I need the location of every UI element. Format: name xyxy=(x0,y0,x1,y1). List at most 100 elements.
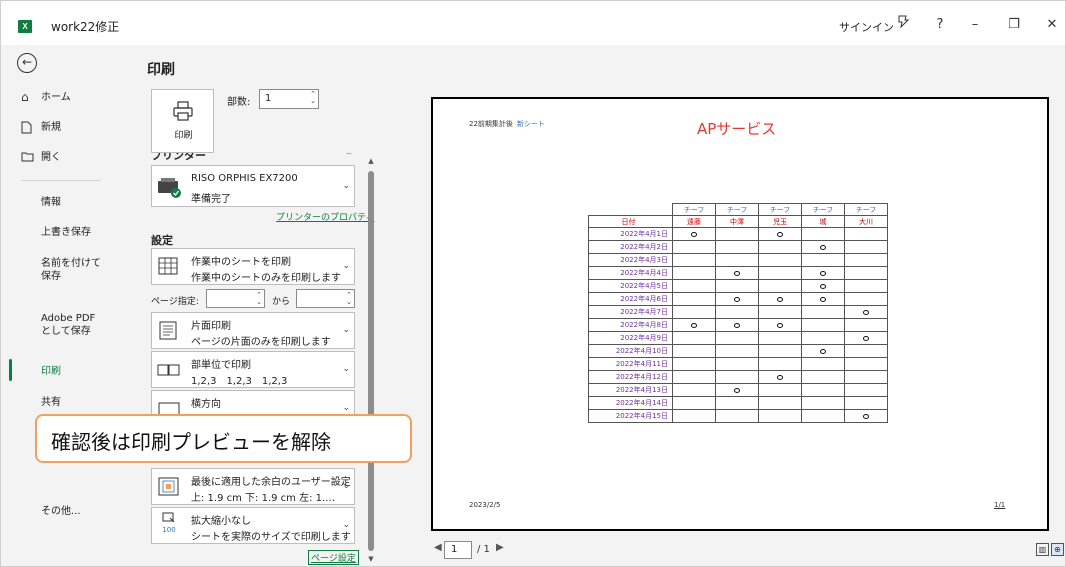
printer-properties-link[interactable]: プリンターのプロパティ xyxy=(276,210,374,223)
table-row: 2022年4月4日 xyxy=(588,266,888,280)
one-sided-icon xyxy=(159,321,177,340)
member-name: 中澤 xyxy=(715,215,759,228)
row-date: 2022年4月4日 xyxy=(588,266,673,280)
schedule-cell xyxy=(844,266,888,280)
schedule-cell xyxy=(844,383,888,397)
scaling-desc: シートを実際のサイズで印刷します xyxy=(191,532,351,543)
copies-stepper[interactable]: 1 ⌃ ⌄ xyxy=(259,89,319,109)
feedback-icon[interactable] xyxy=(891,14,915,36)
nav-item-save-pdf[interactable]: Adobe PDF として保存 xyxy=(1,312,109,338)
page-number-input[interactable]: 1 xyxy=(444,541,472,559)
sides-desc: ページの片面のみを印刷します xyxy=(191,337,331,348)
chevron-down-icon: ⌄ xyxy=(342,181,350,191)
settings-section-label: 設定 xyxy=(151,234,173,247)
printer-dropdown[interactable]: RISO ORPHIS EX7200 準備完了 ⌄ xyxy=(151,165,355,207)
nav-item-info[interactable]: 情報 xyxy=(1,196,116,209)
orientation-label: 横方向 xyxy=(191,399,221,410)
schedule-cell xyxy=(758,396,802,410)
nav-item-save[interactable]: 上書き保存 xyxy=(1,226,116,239)
nav-item-open[interactable]: 開く xyxy=(1,151,116,164)
pages-to-input[interactable]: ⌃ ⌄ xyxy=(296,289,355,308)
schedule-cell xyxy=(758,292,802,306)
row-date: 2022年4月8日 xyxy=(588,318,673,332)
back-arrow-icon[interactable]: ← xyxy=(17,53,37,73)
restore-icon[interactable]: ❐ xyxy=(1002,14,1026,36)
collate-dropdown[interactable]: 部単位で印刷 1,2,3 1,2,3 1,2,3 ⌄ xyxy=(151,351,355,388)
pages-from-input[interactable]: ⌃ ⌄ xyxy=(206,289,265,308)
schedule-cell xyxy=(801,370,845,384)
excel-window: X work22修正 サインイン ? – ❐ ✕ ← ⌂ ホーム 新規 開く 情… xyxy=(0,0,1066,567)
margins-dropdown[interactable]: 最後に適用した余白のユーザー設定 上: 1.9 cm 下: 1.9 cm 左: … xyxy=(151,468,355,505)
folder-icon xyxy=(21,151,34,165)
page-setup-link[interactable]: ページ設定 xyxy=(308,550,359,565)
nav-item-more[interactable]: その他... xyxy=(1,505,116,518)
no-scaling-icon: 100 xyxy=(156,512,182,536)
info-chevron-icon[interactable]: ⌣ xyxy=(346,149,352,159)
nav-item-save-as[interactable]: 名前を付けて保存 xyxy=(1,257,109,283)
table-row: 2022年4月7日 xyxy=(588,305,888,319)
collate-desc: 1,2,3 1,2,3 1,2,3 xyxy=(191,376,288,387)
spin-arrows-icon[interactable]: ⌃ ⌄ xyxy=(256,292,262,306)
show-margins-icon[interactable]: ▥ xyxy=(1036,543,1049,556)
table-row: 2022年4月6日 xyxy=(588,292,888,306)
print-button-label: 印刷 xyxy=(174,131,193,141)
settings-scrollbar[interactable]: ▲ ▼ xyxy=(366,157,376,565)
schedule-cell xyxy=(801,383,845,397)
schedule-cell xyxy=(801,266,845,280)
scaling-dropdown[interactable]: 100 拡大縮小なし シートを実際のサイズで印刷します ⌄ xyxy=(151,507,355,544)
schedule-cell xyxy=(801,292,845,306)
schedule-cell xyxy=(844,370,888,384)
schedule-cell xyxy=(844,292,888,306)
preview-page: 22前期集計後 新シート APサービス チーフ チーフ チーフ チーフ チーフ 日… xyxy=(433,99,1047,529)
copies-value: 1 xyxy=(265,93,272,104)
page-title: 印刷 xyxy=(147,62,175,78)
row-date: 2022年4月3日 xyxy=(588,253,673,267)
close-icon[interactable]: ✕ xyxy=(1040,14,1064,36)
nav-item-print[interactable]: 印刷 xyxy=(1,365,116,378)
team-label: チーフ xyxy=(801,203,845,216)
assigned-mark-icon xyxy=(820,283,826,289)
pages-to-label: から xyxy=(272,297,291,307)
spin-arrows-icon[interactable]: ⌃ ⌄ xyxy=(310,91,316,105)
prev-page-icon[interactable]: ◀ xyxy=(434,542,442,553)
schedule-cell xyxy=(672,318,716,332)
scrollbar-thumb[interactable] xyxy=(368,171,374,551)
minimize-icon[interactable]: – xyxy=(963,14,987,36)
schedule-cell xyxy=(758,279,802,293)
print-what-desc: 作業中のシートのみを印刷します xyxy=(191,273,341,284)
sides-dropdown[interactable]: 片面印刷 ページの片面のみを印刷します ⌄ xyxy=(151,312,355,349)
footer-date: 2023/2/5 xyxy=(469,501,501,509)
schedule-cell xyxy=(672,370,716,384)
spin-arrows-icon[interactable]: ⌃ ⌄ xyxy=(346,292,352,306)
help-icon[interactable]: ? xyxy=(928,14,952,36)
assigned-mark-icon xyxy=(863,309,869,315)
schedule-cell xyxy=(844,318,888,332)
schedule-cell xyxy=(715,357,759,371)
scroll-up-arrow-icon[interactable]: ▲ xyxy=(366,157,376,165)
schedule-cell xyxy=(715,266,759,280)
scaling-label: 拡大縮小なし xyxy=(191,516,251,527)
schedule-cell xyxy=(801,357,845,371)
schedule-cell xyxy=(715,370,759,384)
nav-item-new[interactable]: 新規 xyxy=(1,121,116,134)
nav-item-share[interactable]: 共有 xyxy=(1,396,116,409)
sign-in-button[interactable]: サインイン xyxy=(839,19,894,35)
chevron-down-icon: ⌄ xyxy=(342,261,350,271)
next-page-icon[interactable]: ▶ xyxy=(496,542,504,553)
print-what-dropdown[interactable]: 作業中のシートを印刷 作業中のシートのみを印刷します ⌄ xyxy=(151,248,355,285)
schedule-cell xyxy=(844,357,888,371)
schedule-cell xyxy=(672,266,716,280)
scaling-percent: 100 xyxy=(162,526,176,534)
assigned-mark-icon xyxy=(863,335,869,341)
assigned-mark-icon xyxy=(863,413,869,419)
nav-item-home[interactable]: ⌂ ホーム xyxy=(1,91,116,104)
footer-page: 1/1 xyxy=(994,501,1006,509)
scroll-down-arrow-icon[interactable]: ▼ xyxy=(366,555,376,563)
nav-item-label: ホーム xyxy=(41,92,71,103)
member-name: 城 xyxy=(801,215,845,228)
print-button[interactable]: 印刷 xyxy=(151,89,214,153)
table-row: 2022年4月1日 xyxy=(588,227,888,241)
schedule-cell xyxy=(801,331,845,345)
zoom-to-page-icon[interactable]: ⊕ xyxy=(1051,543,1064,556)
chevron-down-icon: ⌄ xyxy=(342,364,350,374)
